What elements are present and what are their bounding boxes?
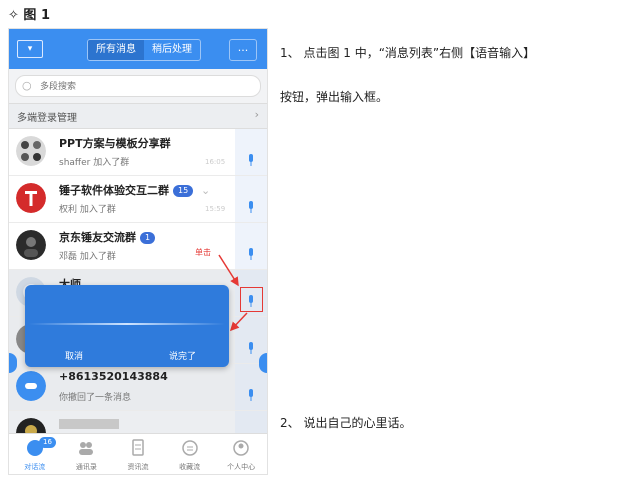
chat-subtitle: 邓磊 加入了群	[59, 252, 116, 262]
unread-badge: 15	[173, 185, 194, 197]
back-icon[interactable]: ▾	[17, 40, 43, 58]
nav-profile[interactable]: 个人中心	[215, 434, 267, 474]
chat-title: 京东锤友交流群 1	[59, 229, 156, 245]
phone-contact-avatar	[16, 371, 46, 401]
nav-conversation[interactable]: 16 对话流	[9, 434, 61, 474]
chat-subtitle: 权利 加入了群	[59, 205, 116, 215]
voice-input-dialog: 取消 说完了	[25, 285, 229, 367]
chat-row[interactable]: 锤子软件体验交互二群 15 ⌄ 权利 加入了群 15:59	[9, 176, 267, 223]
contacts-icon	[79, 442, 94, 455]
bottom-nav: 16 对话流 通讯录 资讯流 收藏流 个人中心	[9, 433, 267, 474]
tab-later[interactable]: 稍后处理	[144, 40, 200, 60]
voice-input-cell	[235, 176, 267, 222]
nav-label: 个人中心	[227, 463, 256, 471]
multi-login-label: 多端登录管理	[17, 113, 77, 124]
tab-all-messages[interactable]: 所有消息	[88, 40, 144, 60]
nav-label: 资讯流	[127, 463, 149, 471]
chat-subtitle: 你撤回了一条消息	[59, 393, 132, 403]
nav-label: 对话流	[24, 463, 46, 471]
done-speaking-button[interactable]: 说完了	[169, 349, 196, 362]
microphone-icon[interactable]	[247, 389, 255, 401]
chat-title: PPT方案与模板分享群	[59, 137, 171, 150]
group-avatar	[16, 136, 46, 166]
chat-row[interactable]: +8613520143884 你撤回了一条消息	[9, 364, 267, 411]
favorites-icon	[181, 440, 198, 456]
microphone-icon[interactable]	[247, 201, 255, 213]
chat-title: +8613520143884	[59, 370, 168, 383]
chat-row[interactable]: PPT方案与模板分享群 shaffer 加入了群 16:05	[9, 129, 267, 176]
microphone-icon[interactable]	[247, 154, 255, 166]
side-handle-right[interactable]	[259, 353, 267, 373]
chat-time: 15:59	[205, 205, 226, 213]
cancel-button[interactable]: 取消	[65, 349, 83, 362]
voice-waveform	[29, 323, 225, 325]
message-tabs: 所有消息 稍后处理	[87, 39, 201, 61]
blurred-title	[59, 419, 119, 429]
instruction-step-1-cont: 按钮，弹出输入框。	[280, 90, 389, 104]
nav-label: 通讯录	[75, 463, 97, 471]
smartisan-avatar	[16, 183, 46, 213]
search-icon: ○	[22, 79, 32, 92]
search-input[interactable]	[38, 78, 242, 94]
chat-row[interactable]: 京东锤友交流群 1 邓磊 加入了群	[9, 223, 267, 270]
nav-favorites[interactable]: 收藏流	[164, 434, 216, 474]
nav-label: 收藏流	[179, 463, 201, 471]
nav-news[interactable]: 资讯流	[112, 434, 164, 474]
mic-highlight-box	[240, 287, 263, 312]
instruction-step-1: 1、 点击图 1 中，“消息列表”右侧【语音输入】	[280, 46, 536, 60]
nav-badge: 16	[39, 437, 56, 448]
chevron-down-icon[interactable]: ⌄	[201, 184, 210, 197]
instruction-step-2: 2、 说出自己的心里话。	[280, 416, 412, 430]
figure-title: ✧ 图 1	[8, 8, 50, 23]
more-button[interactable]: ···	[229, 39, 257, 61]
microphone-icon[interactable]	[247, 342, 255, 354]
user-icon	[233, 440, 249, 456]
phone-screenshot: ▾ 所有消息 稍后处理 ··· ○ 多端登录管理 › PPT方案与模板分享群 s…	[8, 28, 268, 475]
voice-input-cell	[235, 223, 267, 269]
chat-title: 锤子软件体验交互二群 15 ⌄	[59, 184, 211, 197]
click-annotation: 单击	[195, 248, 211, 257]
search-bar[interactable]: ○	[15, 75, 261, 97]
multi-login-row[interactable]: 多端登录管理 ›	[9, 103, 267, 129]
voice-input-cell	[235, 129, 267, 175]
chat-time: 16:05	[205, 158, 226, 166]
photo-avatar	[16, 230, 46, 260]
microphone-icon[interactable]	[247, 248, 255, 260]
document-icon	[132, 439, 144, 456]
nav-contacts[interactable]: 通讯录	[61, 434, 113, 474]
top-bar: ▾ 所有消息 稍后处理 ···	[9, 29, 267, 69]
chevron-right-icon: ›	[254, 108, 259, 121]
unread-badge: 1	[140, 232, 156, 244]
chat-subtitle: shaffer 加入了群	[59, 158, 130, 168]
